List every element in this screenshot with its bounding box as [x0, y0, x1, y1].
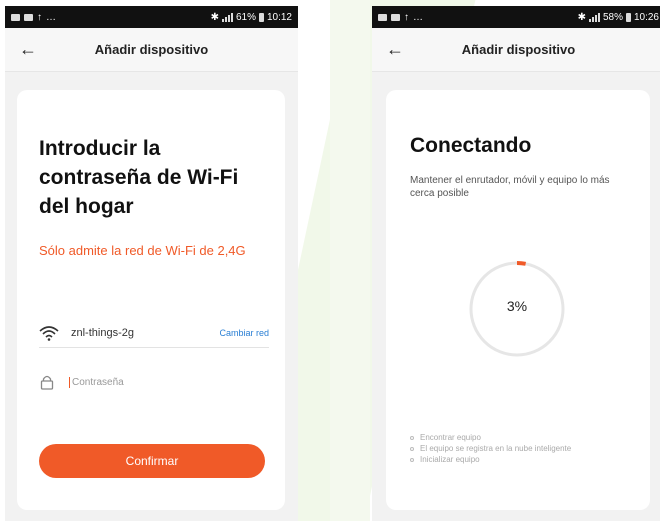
background-shape-highlight [330, 0, 370, 521]
clock: 10:26 [633, 11, 659, 23]
step-label: Inicializar equipo [420, 455, 480, 464]
phone-screen-connecting: ↑ … ✱ 58% 10:26 ← Añadir dispositivo Con… [372, 6, 660, 521]
progress-percent: 3% [506, 298, 528, 314]
message-icon [391, 13, 400, 21]
notification-icons: ↑ … [11, 12, 56, 23]
card-title: Introducir la contraseña de Wi-Fi del ho… [39, 137, 239, 218]
step-dot-icon [410, 435, 414, 440]
gallery-icon [378, 13, 387, 21]
connecting-card: Conectando Mantener el enrutador, móvil … [386, 90, 650, 510]
app-bar: ← Añadir dispositivo [372, 28, 660, 72]
step-item: El equipo se registra en la nube intelig… [410, 443, 571, 454]
arrow-left-icon[interactable]: ← [386, 40, 404, 58]
system-icons: ✱ 58% 10:26 [578, 12, 659, 23]
app-bar: ← Añadir dispositivo [5, 28, 298, 72]
step-dot-icon [410, 457, 414, 462]
status-bar: ↑ … ✱ 61% 10:12 [5, 6, 298, 28]
change-network-link[interactable]: Cambiar red [219, 328, 269, 338]
bluetooth-icon: ✱ [577, 11, 586, 23]
status-bar: ↑ … ✱ 58% 10:26 [372, 6, 660, 28]
clock: 10:12 [266, 11, 292, 23]
confirm-button[interactable]: Confirmar [39, 444, 265, 478]
more-icon: … [413, 11, 423, 23]
card-title: Conectando [410, 134, 532, 157]
step-item: Encontrar equipo [410, 432, 571, 443]
wifi-icon [39, 325, 59, 341]
wifi-password-card: Introducir la contraseña de Wi-Fi del ho… [17, 90, 285, 510]
arrow-left-icon[interactable]: ← [19, 40, 37, 58]
notification-icons: ↑ … [378, 12, 423, 23]
wifi-network-name: znl-things-2g [71, 326, 134, 339]
bluetooth-icon: ✱ [210, 11, 219, 23]
more-icon: … [46, 11, 56, 23]
upload-icon: ↑ [404, 11, 409, 23]
password-row [39, 368, 269, 396]
signal-icon [221, 12, 233, 22]
step-dot-icon [410, 446, 414, 451]
step-item: Inicializar equipo [410, 454, 571, 465]
lock-icon [40, 375, 54, 390]
system-icons: ✱ 61% 10:12 [211, 12, 292, 23]
step-label: Encontrar equipo [420, 433, 481, 442]
message-icon [24, 13, 33, 21]
step-label: El equipo se registra en la nube intelig… [420, 444, 572, 453]
battery-icon [625, 12, 631, 22]
page-title: Añadir dispositivo [94, 42, 209, 57]
wifi-network-row: znl-things-2g Cambiar red [39, 318, 269, 348]
connection-steps: Encontrar equipo El equipo se registra e… [410, 432, 571, 465]
upload-icon: ↑ [37, 11, 42, 23]
password-input[interactable] [69, 376, 239, 388]
signal-icon [588, 12, 600, 22]
wifi-band-warning: Sólo admite la red de Wi-Fi de 2,4G [39, 243, 246, 258]
page-title: Añadir dispositivo [461, 42, 576, 57]
battery-icon [258, 12, 264, 22]
battery-percent: 61% [235, 11, 256, 23]
card-subtitle: Mantener el enrutador, móvil y equipo lo… [410, 175, 610, 199]
gallery-icon [11, 13, 20, 21]
phone-screen-wifi-password: ↑ … ✱ 61% 10:12 ← Añadir dispositivo Int… [5, 6, 298, 521]
battery-percent: 58% [602, 11, 623, 23]
